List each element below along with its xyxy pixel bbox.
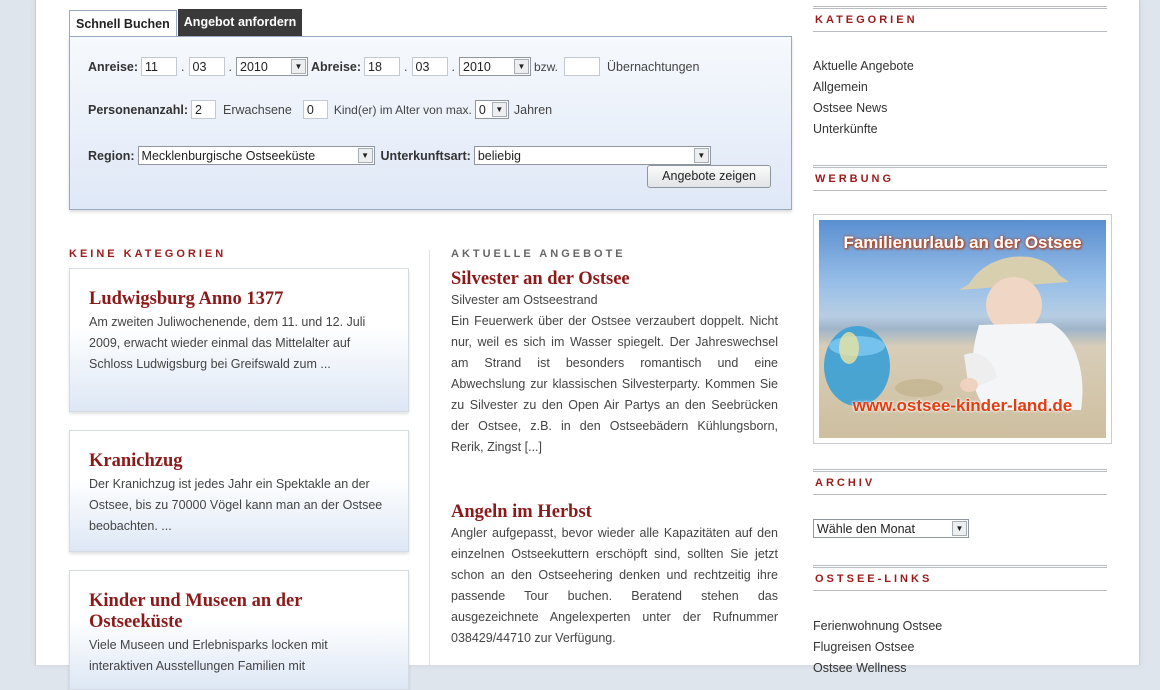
persons-label: Personenanzahl: — [88, 102, 189, 117]
category-link[interactable]: Allgemein — [813, 77, 914, 98]
chevron-down-icon: ▼ — [491, 102, 507, 117]
arrival-label: Anreise: — [88, 59, 139, 74]
advertisement-banner[interactable]: Familienurlaub an der Ostsee www.ostsee-… — [813, 214, 1112, 444]
departure-month-input[interactable]: 03 — [411, 57, 448, 76]
region-row: Region: Mecklenburgische Ostseeküste ▼ U… — [88, 146, 714, 165]
post: Silvester an der Ostsee Silvester am Ost… — [451, 268, 778, 458]
departure-label: Abreise: — [311, 59, 362, 74]
chevron-down-icon: ▼ — [357, 148, 373, 163]
nights-input[interactable] — [564, 57, 601, 76]
departure-day-input[interactable]: 18 — [364, 57, 401, 76]
ad-image: Familienurlaub an der Ostsee www.ostsee-… — [819, 220, 1106, 438]
article-excerpt: Am zweiten Juliwochenende, dem 11. und 1… — [89, 315, 366, 371]
departure-year-value: 2010 — [463, 59, 491, 74]
article-excerpt: Viele Museen und Erlebnisparks locken mi… — [89, 638, 328, 673]
external-link[interactable]: Flugreisen Ostsee — [813, 637, 942, 658]
region-select[interactable]: Mecklenburgische Ostseeküste ▼ — [137, 146, 375, 165]
chevron-down-icon: ▼ — [693, 148, 709, 163]
booking-form: Anreise: 11 . 03 . 2010 ▼ Abreise: 18 . … — [69, 36, 792, 210]
tab-angebot-anfordern[interactable]: Angebot anfordern — [177, 9, 303, 36]
article-excerpt: Der Kranichzug ist jedes Jahr ein Spekta… — [89, 477, 383, 533]
sidebar-heading-kategorien: KATEGORIEN — [813, 6, 1107, 32]
middle-column: AKTUELLE ANGEBOTE Silvester an der Ostse… — [451, 248, 778, 645]
category-link[interactable]: Unterkünfte — [813, 119, 914, 140]
category-link[interactable]: Aktuelle Angebote — [813, 56, 914, 77]
adults-input[interactable]: 2 — [191, 100, 217, 119]
external-link[interactable]: Ostsee Wellness — [813, 658, 942, 679]
arrival-year-select[interactable]: 2010 ▼ — [236, 57, 308, 76]
chevron-down-icon: ▼ — [952, 521, 967, 536]
page-container: Schnell Buchen Angebot anfordern Anreise… — [35, 0, 1140, 690]
booking-widget: Schnell Buchen Angebot anfordern Anreise… — [69, 8, 792, 210]
post-title[interactable]: Silvester an der Ostsee — [451, 268, 778, 290]
years-label: Jahren — [513, 102, 553, 117]
adults-label: Erwachsene — [223, 102, 292, 117]
article-card[interactable]: Ludwigsburg Anno 1377 Am zweiten Juliwoc… — [69, 268, 409, 412]
category-list: Aktuelle Angebote Allgemein Ostsee News … — [813, 56, 914, 140]
ad-title: Familienurlaub an der Ostsee — [843, 233, 1082, 252]
or-label: bzw. — [534, 59, 559, 74]
region-value: Mecklenburgische Ostseeküste — [141, 148, 316, 163]
tab-schnell-buchen[interactable]: Schnell Buchen — [69, 10, 177, 37]
children-label: Kind(er) im Alter von max. — [333, 102, 472, 117]
dates-row: Anreise: 11 . 03 . 2010 ▼ Abreise: 18 . … — [88, 57, 699, 76]
links-list: Ferienwohnung Ostsee Flugreisen Ostsee O… — [813, 616, 942, 679]
children-input[interactable]: 0 — [302, 100, 328, 119]
archive-month-select[interactable]: Wähle den Monat ▼ — [813, 519, 969, 538]
article-title[interactable]: Ludwigsburg Anno 1377 — [89, 289, 389, 310]
sidebar-heading-archiv: ARCHIV — [813, 469, 1107, 495]
post-title[interactable]: Angeln im Herbst — [451, 501, 778, 523]
chevron-down-icon: ▼ — [514, 59, 529, 74]
section-heading-aktuelle-angebote: AKTUELLE ANGEBOTE — [451, 248, 626, 260]
arrival-day-input[interactable]: 11 — [141, 57, 178, 76]
departure-year-select[interactable]: 2010 ▼ — [459, 57, 531, 76]
article-card[interactable]: Kinder und Museen an der Ostseeküste Vie… — [69, 570, 409, 690]
accommodation-type-select[interactable]: beliebig ▼ — [473, 146, 711, 165]
nights-label: Übernachtungen — [607, 59, 700, 74]
post-text: Angler aufgepasst, bevor wieder alle Kap… — [451, 526, 778, 645]
external-link[interactable]: Ferienwohnung Ostsee — [813, 616, 942, 637]
arrival-month-input[interactable]: 03 — [188, 57, 225, 76]
post-text: Ein Feuerwerk über der Ostsee verzaubert… — [451, 314, 778, 454]
chevron-down-icon: ▼ — [291, 59, 306, 74]
persons-row: Personenanzahl: 2 Erwachsene 0 Kind(er) … — [88, 100, 552, 119]
column-divider — [429, 250, 430, 665]
booking-tabs: Schnell Buchen Angebot anfordern — [69, 8, 792, 37]
region-label: Region: — [88, 148, 135, 163]
left-column: KEINE KATEGORIEN Ludwigsburg Anno 1377 A… — [69, 248, 409, 690]
section-heading-keine-kategorien: KEINE KATEGORIEN — [69, 248, 227, 260]
post-subtitle: Silvester am Ostseestrand — [451, 293, 598, 307]
sidebar-heading-werbung: WERBUNG — [813, 165, 1107, 191]
ad-url: www.ostsee-kinder-land.de — [852, 396, 1073, 415]
child-age-select[interactable]: 0 ▼ — [474, 100, 509, 119]
type-label: Unterkunftsart: — [380, 148, 471, 163]
accommodation-type-value: beliebig — [477, 148, 521, 163]
post: Angeln im Herbst Angler aufgepasst, bevo… — [451, 501, 778, 649]
article-title[interactable]: Kinder und Museen an der Ostseeküste — [89, 591, 389, 633]
arrival-year-value: 2010 — [240, 59, 268, 74]
show-offers-button[interactable]: Angebote zeigen — [647, 165, 771, 188]
category-link[interactable]: Ostsee News — [813, 98, 914, 119]
article-card[interactable]: Kranichzug Der Kranichzug ist jedes Jahr… — [69, 430, 409, 552]
archive-month-value: Wähle den Monat — [817, 521, 915, 536]
child-age-value: 0 — [478, 102, 486, 117]
article-title[interactable]: Kranichzug — [89, 451, 389, 472]
sidebar-heading-ostsee-links: OSTSEE-LINKS — [813, 565, 1107, 591]
